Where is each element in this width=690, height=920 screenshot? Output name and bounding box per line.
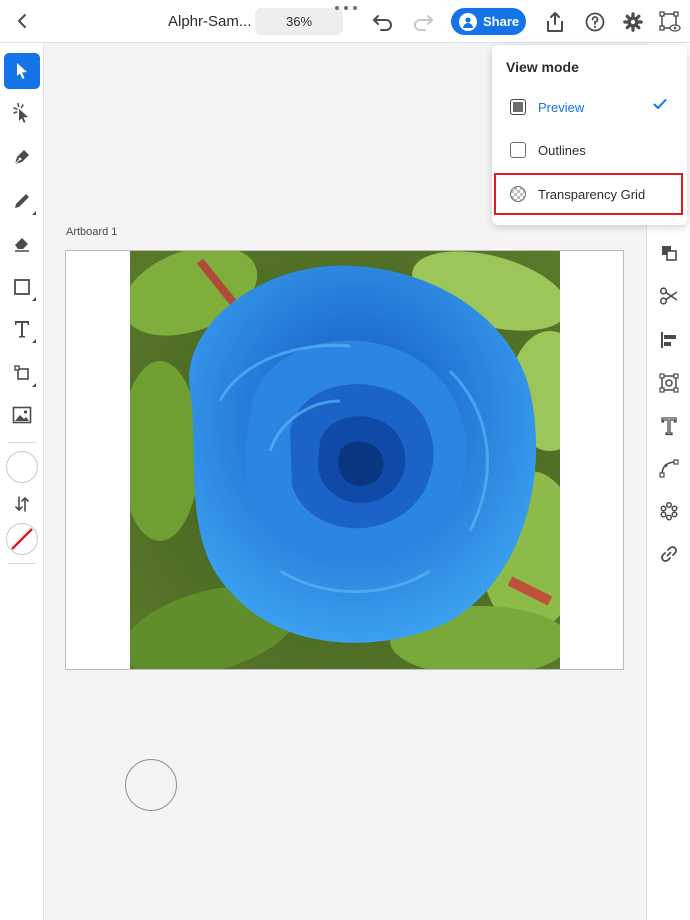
magic-pointer-icon	[13, 102, 28, 123]
pointer-icon	[17, 63, 27, 79]
select-tool[interactable]	[4, 53, 40, 89]
quick-actions-handle[interactable]	[125, 759, 177, 811]
pencil-tool[interactable]	[4, 183, 40, 219]
pencil-icon	[15, 194, 29, 208]
no-stroke-icon	[11, 528, 33, 550]
rose-photo[interactable]	[130, 251, 560, 669]
radial-repeat-icon	[660, 501, 678, 521]
crop-tool[interactable]	[4, 355, 40, 391]
zoom-level[interactable]: 36%	[255, 8, 343, 35]
share-label: Share	[483, 14, 520, 29]
rectangle-icon	[14, 279, 30, 295]
transform-button[interactable]	[656, 370, 682, 396]
pen-tool[interactable]	[4, 139, 40, 175]
left-toolbar	[0, 43, 44, 920]
image-icon	[12, 406, 32, 424]
text-properties-icon	[661, 417, 677, 436]
eraser-icon	[15, 238, 29, 252]
view-mode-outlines[interactable]: Outlines	[492, 132, 687, 168]
view-mode-preview[interactable]: Preview	[492, 89, 687, 125]
preview-label: Preview	[538, 99, 585, 115]
back-button[interactable]	[10, 9, 34, 33]
pen-icon	[14, 150, 29, 165]
type-icon	[15, 321, 29, 338]
help-icon	[585, 12, 605, 32]
align-button[interactable]	[656, 327, 682, 353]
scissors-icon	[659, 287, 678, 305]
transform-icon	[659, 373, 679, 393]
place-image-tool[interactable]	[4, 397, 40, 433]
redo-icon	[414, 15, 433, 31]
gear-icon	[623, 12, 643, 32]
path-icon	[659, 459, 679, 478]
top-bar: Alphr-Sam... 36% Share	[0, 0, 690, 43]
rose-image	[130, 251, 560, 669]
artboard-label[interactable]: Artboard 1	[66, 226, 117, 238]
direct-select-tool[interactable]	[4, 95, 40, 131]
popover-title: View mode	[506, 59, 579, 75]
type-tool[interactable]	[4, 311, 40, 347]
toolbar-divider	[8, 442, 36, 443]
redo-button[interactable]	[410, 9, 436, 35]
align-left-icon	[661, 332, 676, 348]
chevron-left-icon	[18, 14, 26, 28]
undo-button[interactable]	[370, 9, 396, 35]
highlight-annotation	[494, 173, 683, 215]
rectangle-tool[interactable]	[4, 269, 40, 305]
text-properties-button[interactable]	[656, 413, 682, 439]
settings-button[interactable]	[620, 9, 646, 35]
outlines-label: Outlines	[538, 142, 586, 158]
layers-button[interactable]	[656, 240, 682, 266]
undo-icon	[373, 15, 392, 31]
repeat-grid-button[interactable]	[656, 498, 682, 524]
add-user-icon	[459, 12, 477, 31]
swap-colors-button[interactable]	[4, 486, 40, 522]
artboard[interactable]	[65, 250, 624, 670]
toolbar-divider	[8, 563, 36, 564]
checkmark-icon	[653, 99, 667, 109]
crop-icon	[14, 365, 29, 380]
fill-color-swatch[interactable]	[6, 451, 38, 483]
help-button[interactable]	[582, 9, 608, 35]
upload-icon	[547, 12, 563, 32]
export-button[interactable]	[542, 9, 568, 35]
stroke-color-swatch[interactable]	[6, 523, 38, 555]
more-options-icon[interactable]	[335, 3, 357, 13]
link-button[interactable]	[656, 541, 682, 567]
view-mode-button[interactable]	[657, 9, 683, 35]
view-mode-icon	[659, 11, 681, 32]
path-button[interactable]	[656, 455, 682, 481]
outlines-icon	[510, 142, 526, 158]
share-button[interactable]: Share	[451, 8, 526, 35]
layers-icon	[662, 246, 677, 261]
preview-icon	[510, 99, 526, 115]
document-title[interactable]: Alphr-Sam...	[168, 13, 251, 30]
cut-button[interactable]	[656, 283, 682, 309]
link-icon	[661, 546, 677, 562]
swap-icon	[15, 496, 29, 512]
eraser-tool[interactable]	[4, 225, 40, 261]
